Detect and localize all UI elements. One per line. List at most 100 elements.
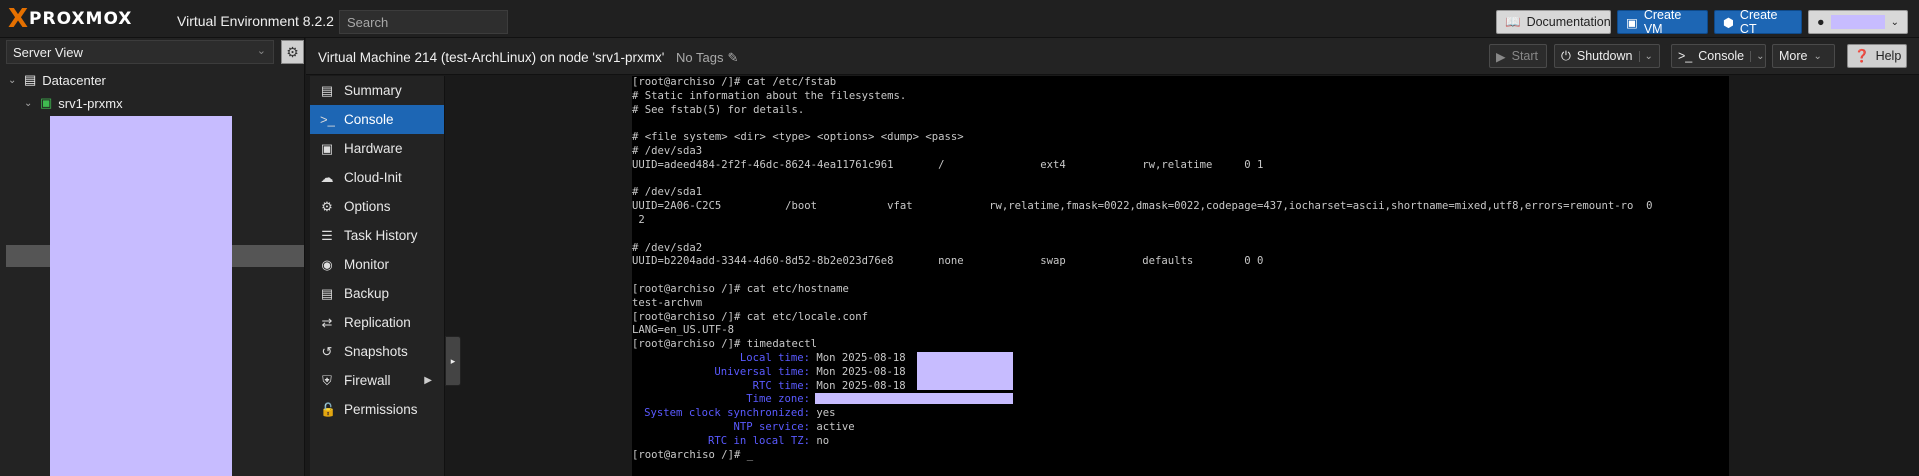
cube-icon: ⬢ xyxy=(1723,15,1734,30)
create-ct-button[interactable]: ⬢ Create CT xyxy=(1714,8,1802,36)
more-button[interactable]: More ⌄ xyxy=(1772,44,1835,68)
tags[interactable]: No Tags ✎ xyxy=(676,50,738,66)
help-button[interactable]: ❓ Help xyxy=(1847,44,1907,68)
terminal-line: # /dev/sda1 xyxy=(632,186,703,199)
timedate-row: NTP service: active xyxy=(632,421,1729,435)
nav-label: Permissions xyxy=(344,402,418,417)
nav-monitor[interactable]: ◉ Monitor xyxy=(310,250,444,279)
terminal-line: LANG=en_US.UTF-8 xyxy=(632,324,735,337)
console-button[interactable]: >_ Console ⌄ xyxy=(1671,44,1766,68)
terminal-line: 2 xyxy=(632,213,645,226)
logo-word: PROXMOX xyxy=(29,9,133,29)
chevron-down-icon[interactable]: ⌄ xyxy=(1750,50,1765,62)
nav-label: Snapshots xyxy=(344,344,408,359)
chevron-down-icon: ⌄ xyxy=(256,45,266,57)
terminal-line: UUID=2A06-C2C5 /boot vfat rw,relatime,fm… xyxy=(632,200,1653,213)
timedate-row: System clock synchronized: yes xyxy=(632,407,1729,421)
nav-backup[interactable]: ▤ Backup xyxy=(310,279,444,308)
nav-permissions[interactable]: 🔓 Permissions xyxy=(310,395,444,424)
timedate-row: RTC time: Mon 2025-08-18 xyxy=(632,380,1729,394)
tags-label: No Tags xyxy=(676,50,724,65)
eye-icon: ◉ xyxy=(321,256,333,272)
user-icon: ● xyxy=(1817,15,1825,29)
gear-icon[interactable]: ⚙ xyxy=(281,40,304,64)
nav-label: Monitor xyxy=(344,257,390,272)
hardware-icon: ▣ xyxy=(320,140,334,156)
nav-label: Cloud-Init xyxy=(344,170,402,185)
nav-label: Backup xyxy=(344,286,390,301)
timedate-key: NTP service: xyxy=(733,420,810,433)
nav-console[interactable]: >_ Console xyxy=(310,105,444,134)
chevron-down-icon[interactable]: ⌄ xyxy=(8,75,18,86)
timedate-row: Time zone: xyxy=(632,393,1729,407)
list-icon: ☰ xyxy=(321,227,333,243)
terminal-line: [root@archiso /]# cat etc/hostname xyxy=(632,282,849,295)
redacted-tree-items xyxy=(50,116,232,476)
timedate-value: Mon 2025-08-18 xyxy=(816,379,906,392)
chevron-down-icon[interactable]: ⌄ xyxy=(24,98,34,109)
nav-label: Task History xyxy=(344,228,418,243)
timedate-row: RTC in local TZ: no xyxy=(632,435,1729,449)
terminal-icon: >_ xyxy=(1678,49,1693,63)
chevron-right-icon: ▶ xyxy=(424,375,432,386)
retweet-icon: ⇄ xyxy=(321,314,333,330)
tree-item-datacenter[interactable]: ⌄ ▤ Datacenter xyxy=(8,70,106,90)
shield-icon: ⛨ xyxy=(322,372,332,388)
nav-firewall[interactable]: ⛨ Firewall ▶ xyxy=(310,366,444,395)
nav-hardware[interactable]: ▣ Hardware xyxy=(310,134,444,163)
timedate-row: Universal time: Mon 2025-08-18 xyxy=(632,366,1729,380)
documentation-button[interactable]: 📖 Documentation xyxy=(1496,10,1611,34)
user-menu-button[interactable]: ● ⌄ xyxy=(1808,10,1908,34)
floppy-icon: ▤ xyxy=(320,285,334,301)
timedate-key: RTC in local TZ: xyxy=(707,434,810,447)
terminal-line: # Static information about the filesyste… xyxy=(632,89,907,102)
book-icon: 📖 xyxy=(1505,14,1521,29)
timedate-key: Local time: xyxy=(739,351,810,364)
question-icon: ❓ xyxy=(1854,48,1870,63)
nav-label: Replication xyxy=(344,315,411,330)
timedate-value: active xyxy=(816,420,855,433)
nav-label: Console xyxy=(344,112,394,127)
pencil-icon[interactable]: ✎ xyxy=(727,50,738,66)
terminal-line: [root@archiso /]# timedatectl xyxy=(632,338,817,351)
gear-icon: ⚙ xyxy=(321,198,333,214)
logo-x: X xyxy=(8,4,29,34)
start-button[interactable]: ▶ Start xyxy=(1489,44,1547,68)
console-label: Console xyxy=(1698,49,1745,63)
terminal-prompt: [root@archiso /]# _ xyxy=(632,448,754,461)
terminal-line: UUID=b2204add-3344-4d60-8d52-8b2e023d76e… xyxy=(632,255,1264,268)
page-title: Virtual Machine 214 (test-ArchLinux) on … xyxy=(318,50,665,65)
nav-summary[interactable]: ▤ Summary xyxy=(310,76,444,105)
nav-options[interactable]: ⚙ Options xyxy=(310,192,444,221)
summary-icon: ▤ xyxy=(320,82,334,98)
nav-cloud-init[interactable]: ☁ Cloud-Init xyxy=(310,163,444,192)
nav-label: Summary xyxy=(344,83,402,98)
chevron-down-icon[interactable]: ⌄ xyxy=(1638,50,1653,62)
create-vm-button[interactable]: ▣ Create VM xyxy=(1617,8,1708,36)
tree-item-node[interactable]: ⌄ ▣ srv1-prxmx xyxy=(24,93,123,113)
nav-snapshots[interactable]: ↺ Snapshots xyxy=(310,337,444,366)
nav-replication[interactable]: ⇄ Replication xyxy=(310,308,444,337)
view-select[interactable]: Server View ⌄ xyxy=(6,40,274,64)
collapse-handle[interactable]: ▸ xyxy=(445,336,461,386)
proxmox-logo[interactable]: X PROXMOX xyxy=(8,4,133,34)
shutdown-label: Shutdown xyxy=(1576,49,1633,63)
chevron-down-icon: ⌄ xyxy=(1813,50,1822,62)
terminal-line: [root@archiso /]# cat /etc/fstab xyxy=(632,76,837,88)
search-input[interactable] xyxy=(339,10,508,34)
terminal-line: # See fstab(5) for details. xyxy=(632,103,805,116)
server-rack-icon: ▤ xyxy=(24,72,37,87)
shutdown-button[interactable]: ⏻ Shutdown ⌄ xyxy=(1554,44,1660,68)
nav-task-history[interactable]: ☰ Task History xyxy=(310,221,444,250)
console-icon: >_ xyxy=(320,112,335,127)
nav-label: Hardware xyxy=(344,141,403,156)
terminal-line: UUID=adeed484-2f2f-46dc-8624-4ea11761c96… xyxy=(632,158,1264,171)
timedate-value: Mon 2025-08-18 xyxy=(816,365,906,378)
vm-console-terminal[interactable]: [root@archiso /]# cat /etc/fstab # Stati… xyxy=(632,76,1729,476)
view-select-value: Server View xyxy=(13,45,83,60)
create-vm-label: Create VM xyxy=(1643,8,1682,36)
terminal-line: # /dev/sda2 xyxy=(632,241,703,254)
